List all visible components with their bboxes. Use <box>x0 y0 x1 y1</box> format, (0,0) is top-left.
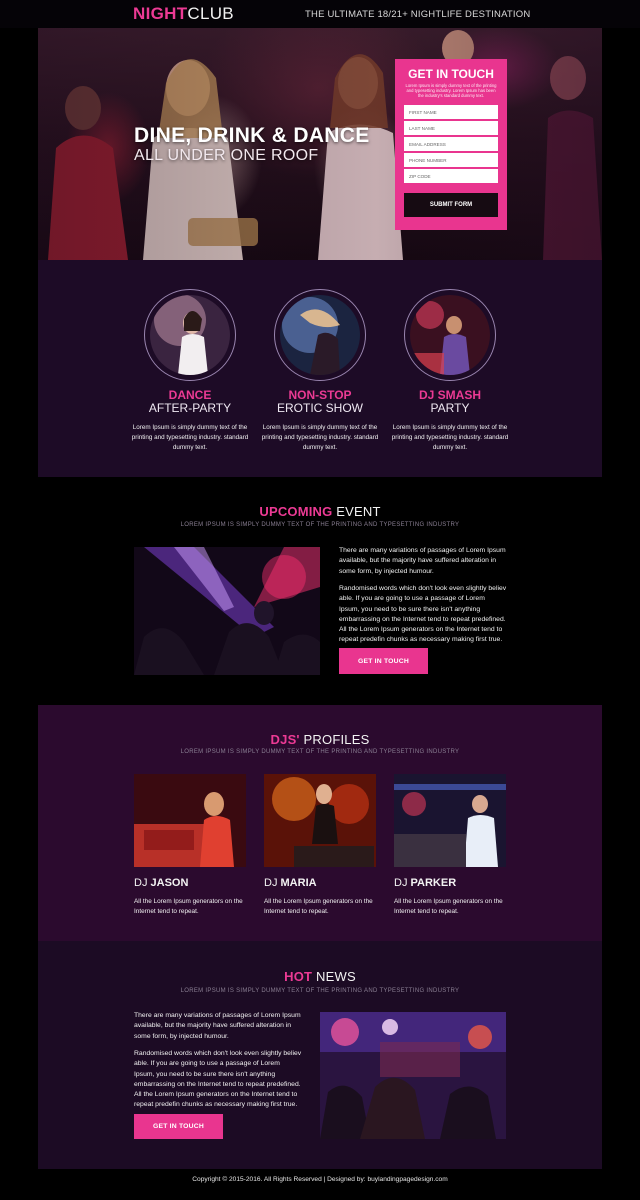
last-name-field[interactable] <box>404 121 498 135</box>
news-title-highlight: HOT <box>284 969 313 984</box>
submit-form-button[interactable]: SUBMIT FORM <box>404 193 498 217</box>
dj-jason-text: All the Lorem Ipsum generators on the In… <box>134 898 243 915</box>
dj-name-label: MARIA <box>280 877 317 889</box>
dj-maria-name: DJ MARIA <box>264 877 317 889</box>
form-title: GET IN TOUCH <box>408 67 494 81</box>
upcoming-paragraph-1: There are many variations of passages of… <box>339 547 506 575</box>
feature-title-light: EROTIC SHOW <box>277 401 363 415</box>
upcoming-title-rest: EVENT <box>336 504 381 519</box>
logo-part1: NIGHT <box>133 4 188 23</box>
first-name-field[interactable] <box>404 105 498 119</box>
feature-title-bold: NON-STOP <box>288 388 352 402</box>
upcoming-get-in-touch-button[interactable]: GET IN TOUCH <box>339 648 428 674</box>
dj-prefix: DJ <box>264 877 278 889</box>
dj-name-label: JASON <box>150 877 189 889</box>
news-get-in-touch-button[interactable]: GET IN TOUCH <box>134 1114 223 1139</box>
news-title: HOT NEWS <box>0 969 640 984</box>
djs-title-highlight: DJS' <box>270 732 300 747</box>
feature-title-bold: DJ SMASH <box>418 388 481 402</box>
djs-title: DJS' PROFILES <box>0 732 640 747</box>
hero-banner: DINE, DRINK & DANCE ALL UNDER ONE ROOF <box>38 28 602 260</box>
feature-title-bold: DANCE <box>168 388 212 402</box>
dj-maria-text: All the Lorem Ipsum generators on the In… <box>264 898 373 915</box>
feature-image-ring <box>274 289 366 381</box>
dj-party-photo <box>410 295 490 375</box>
upcoming-title: UPCOMING EVENT <box>0 504 640 519</box>
news-paragraph-1: There are many variations of passages of… <box>134 1012 301 1040</box>
show-photo <box>280 295 360 375</box>
upcoming-title-highlight: UPCOMING <box>259 504 333 519</box>
footer-copyright: Copyright © 2015-2016. All Rights Reserv… <box>192 1176 448 1183</box>
hero-subtitle: ALL UNDER ONE ROOF <box>134 147 319 164</box>
upcoming-subtitle: LOREM IPSUM IS SIMPLY DUMMY TEXT OF THE … <box>180 522 460 528</box>
site-header: NIGHTCLUB THE ULTIMATE 18/21+ NIGHTLIFE … <box>0 0 640 28</box>
feature-title-light: AFTER-PARTY <box>148 401 232 415</box>
dj-prefix: DJ <box>134 877 148 889</box>
djs-title-rest: PROFILES <box>303 732 370 747</box>
dj-parker-text: All the Lorem Ipsum generators on the In… <box>394 898 503 915</box>
dance-photo <box>150 295 230 375</box>
dj-parker-name: DJ PARKER <box>394 877 456 889</box>
feature-text: Lorem Ipsum is simply dummy text of the … <box>261 424 379 451</box>
djs-subtitle: LOREM IPSUM IS SIMPLY DUMMY TEXT OF THE … <box>180 749 460 755</box>
feature-title-light: PARTY <box>430 401 470 415</box>
logo[interactable]: NIGHTCLUB <box>133 4 234 24</box>
email-field[interactable] <box>404 137 498 151</box>
dj-maria-photo <box>264 774 376 867</box>
dj-jason-name: DJ JASON <box>134 877 188 889</box>
features-section: DANCE AFTER-PARTY Lorem Ipsum is simply … <box>38 260 602 477</box>
event-photo <box>134 547 320 675</box>
header-tagline: THE ULTIMATE 18/21+ NIGHTLIFE DESTINATIO… <box>305 9 531 20</box>
dj-jason-photo <box>134 774 246 867</box>
news-title-rest: NEWS <box>316 969 356 984</box>
news-photo <box>320 1012 506 1139</box>
news-paragraph-2: Randomised words which don't look even s… <box>134 1050 302 1109</box>
zip-field[interactable] <box>404 169 498 183</box>
feature-image-ring <box>404 289 496 381</box>
news-subtitle: LOREM IPSUM IS SIMPLY DUMMY TEXT OF THE … <box>180 988 460 994</box>
form-description: Lorem Ipsum is simply dummy text of the … <box>405 83 497 99</box>
phone-field[interactable] <box>404 153 498 167</box>
feature-text: Lorem Ipsum is simply dummy text of the … <box>131 424 249 451</box>
dj-parker-photo <box>394 774 506 867</box>
feature-text: Lorem Ipsum is simply dummy text of the … <box>391 424 509 451</box>
logo-part2: CLUB <box>187 4 234 23</box>
dj-prefix: DJ <box>394 877 408 889</box>
lead-form: GET IN TOUCH Lorem Ipsum is simply dummy… <box>395 59 507 230</box>
feature-image-ring <box>144 289 236 381</box>
dj-name-label: PARKER <box>410 877 457 889</box>
hero-title: DINE, DRINK & DANCE <box>134 124 370 147</box>
upcoming-paragraph-2: Randomised words which don't look even s… <box>339 585 507 644</box>
